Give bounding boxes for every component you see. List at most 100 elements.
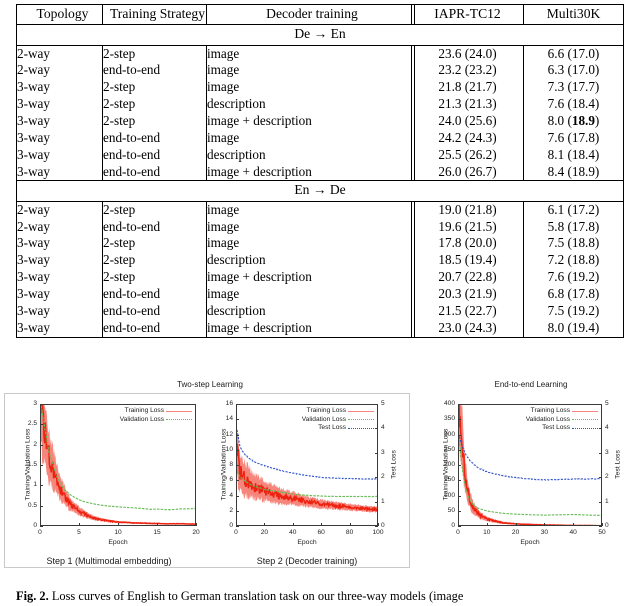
y2-tick-mark bbox=[599, 428, 602, 430]
x-tick-mark bbox=[40, 523, 41, 526]
cell-decoder-training: image bbox=[206, 61, 414, 81]
table-row: 3-way end-to-end image + description 23.0 (… bbox=[16, 318, 624, 338]
y-tick-mark bbox=[40, 526, 43, 527]
x-tick-mark bbox=[458, 523, 459, 526]
cell-topology: 3-way bbox=[16, 163, 103, 181]
y-tick-label: 2.5 bbox=[27, 420, 37, 428]
cell-decoder-training: image bbox=[206, 234, 414, 254]
table-row: 3-way end-to-end image 24.2 (24.3) 7.6 (17.8… bbox=[16, 128, 624, 148]
results-table: Topology Training Strategy Decoder trainin… bbox=[16, 3, 624, 338]
legend: Training Loss Validation Loss Test Loss bbox=[526, 407, 598, 433]
y2-tick-label: 2 bbox=[605, 473, 609, 481]
y2-tick-label: 5 bbox=[381, 400, 385, 407]
y-tick-mark bbox=[458, 419, 461, 421]
x-tick-mark bbox=[157, 523, 158, 526]
y-tick-label: 350 bbox=[443, 415, 455, 423]
table-row: 2-way 2-step image 19.0 (21.8) 6.1 (17.2) bbox=[16, 200, 624, 220]
y2-tick-mark bbox=[375, 404, 378, 405]
cell-iapr-tc12: 20.3 (21.9) bbox=[411, 285, 524, 303]
cell-decoder-training: image + description bbox=[206, 111, 414, 131]
y-tick-label: 250 bbox=[443, 445, 455, 453]
x-axis-label: Epoch bbox=[108, 539, 128, 546]
cell-multi30k: 7.5 (18.8) bbox=[547, 235, 600, 251]
panel-title-two-step: Two-step Learning bbox=[177, 380, 243, 389]
y-tick-mark bbox=[236, 526, 239, 527]
x-tick-mark bbox=[349, 523, 351, 526]
x-tick-mark bbox=[378, 523, 379, 526]
x-tick-mark bbox=[486, 523, 488, 526]
x-tick-mark bbox=[236, 523, 237, 526]
cell-iapr-tc12: 17.8 (20.0) bbox=[411, 235, 524, 253]
cell-decoder-training: image bbox=[206, 284, 414, 304]
column-header-topology: Topology bbox=[16, 4, 103, 26]
y2-tick-mark bbox=[375, 501, 378, 503]
legend-label: Validation Loss bbox=[525, 415, 570, 423]
y-tick-label: 200 bbox=[443, 461, 455, 468]
table-row: 3-way 2-step description 18.5 (19.4) 7.2 (18… bbox=[16, 251, 624, 270]
legend-item: Validation Loss bbox=[302, 416, 374, 425]
y-tick-mark bbox=[236, 495, 239, 497]
y-tick-mark bbox=[40, 465, 43, 466]
cell-topology: 3-way bbox=[16, 252, 103, 270]
figure-loss-curves: Two-step Learning End-to-end Learning 0 0… bbox=[0, 376, 640, 576]
cell-topology: 2-way bbox=[16, 201, 103, 219]
y-tick-label: 50 bbox=[447, 506, 455, 514]
legend-swatch bbox=[348, 425, 374, 431]
x-tick-mark bbox=[321, 523, 323, 526]
cell-topology: 3-way bbox=[16, 79, 103, 97]
table-header-row: Topology Training Strategy Decoder trainin… bbox=[16, 3, 624, 26]
chart-step2: 0 2 4 6 8 10 12 14 16 0 1 2 3 4 5 0 20 40 60 80 100 Epoch Trai… bbox=[208, 398, 404, 550]
legend-label: Training Loss bbox=[306, 407, 346, 414]
x-axis-label: Epoch bbox=[297, 539, 317, 546]
legend-label: Test Loss bbox=[542, 424, 570, 431]
y-tick-mark bbox=[236, 465, 239, 466]
y-tick-label: 150 bbox=[443, 476, 455, 484]
y2-tick-label: 0 bbox=[605, 522, 609, 529]
cell-iapr-tc12: 25.5 (26.2) bbox=[411, 146, 524, 164]
cell-topology: 3-way bbox=[16, 235, 103, 253]
legend-swatch bbox=[572, 417, 598, 423]
figure-caption-prefix: Fig. 2. bbox=[16, 589, 49, 603]
legend-item: Training Loss bbox=[526, 407, 598, 416]
legend-label: Test Loss bbox=[318, 424, 346, 431]
x-tick-label: 0 bbox=[234, 529, 238, 536]
y2-tick-label: 0 bbox=[381, 522, 385, 529]
x-tick-label: 20 bbox=[511, 529, 520, 536]
y-tick-mark bbox=[458, 449, 461, 451]
panel-title-end-to-end: End-to-end Learning bbox=[494, 380, 568, 389]
cell-decoder-training: image bbox=[206, 217, 414, 237]
y-axis-label: Training/Validation Loss bbox=[24, 428, 32, 501]
column-header-iapr-tc12: IAPR-TC12 bbox=[411, 4, 524, 26]
table-row: 3-way end-to-end image + description 26.0 (… bbox=[16, 162, 624, 182]
cell-decoder-training: description bbox=[206, 145, 414, 165]
y-tick-mark bbox=[458, 404, 461, 405]
legend-item: Test Loss bbox=[526, 424, 598, 433]
cell-decoder-training: image bbox=[206, 78, 414, 97]
y2-tick-mark bbox=[375, 452, 378, 454]
x-tick-label: 15 bbox=[153, 529, 161, 536]
y-tick-mark bbox=[458, 465, 461, 466]
cell-multi30k: 7.2 (18.8) bbox=[547, 252, 600, 268]
cell-topology: 3-way bbox=[16, 112, 103, 130]
cell-training-strategy: 2-step bbox=[102, 269, 207, 286]
y2-tick-mark bbox=[599, 477, 602, 479]
y-tick-mark bbox=[40, 505, 43, 507]
table-row: 2-way 2-step image 23.6 (24.0) 6.6 (17.0) bbox=[16, 44, 624, 64]
cell-multi30k: 7.6 (18.4) bbox=[547, 96, 600, 112]
y-tick-label: 0.5 bbox=[27, 501, 37, 509]
x-tick-label: 100 bbox=[372, 529, 384, 536]
table-row: 3-way 2-step image + description 24.0 (25.6… bbox=[16, 111, 624, 131]
x-tick-mark bbox=[602, 523, 603, 526]
cell-iapr-tc12: 24.0 (25.6) bbox=[411, 112, 524, 130]
x-tick-mark bbox=[264, 523, 266, 526]
y-tick-label: 0 bbox=[451, 522, 455, 529]
y2-tick-label: 5 bbox=[605, 400, 609, 407]
y2-tick-mark bbox=[599, 404, 602, 405]
cell-training-strategy: 2-step bbox=[102, 96, 207, 113]
legend-swatch bbox=[572, 425, 598, 431]
cell-iapr-tc12: 21.8 (21.7) bbox=[411, 79, 524, 97]
table-row: 3-way 2-step description 21.3 (21.3) 7.6 (18… bbox=[16, 95, 624, 114]
cell-topology: 2-way bbox=[16, 62, 103, 80]
cell-training-strategy: 2-step bbox=[102, 112, 207, 130]
page-root: Topology Training Strategy Decoder trainin… bbox=[0, 0, 640, 606]
